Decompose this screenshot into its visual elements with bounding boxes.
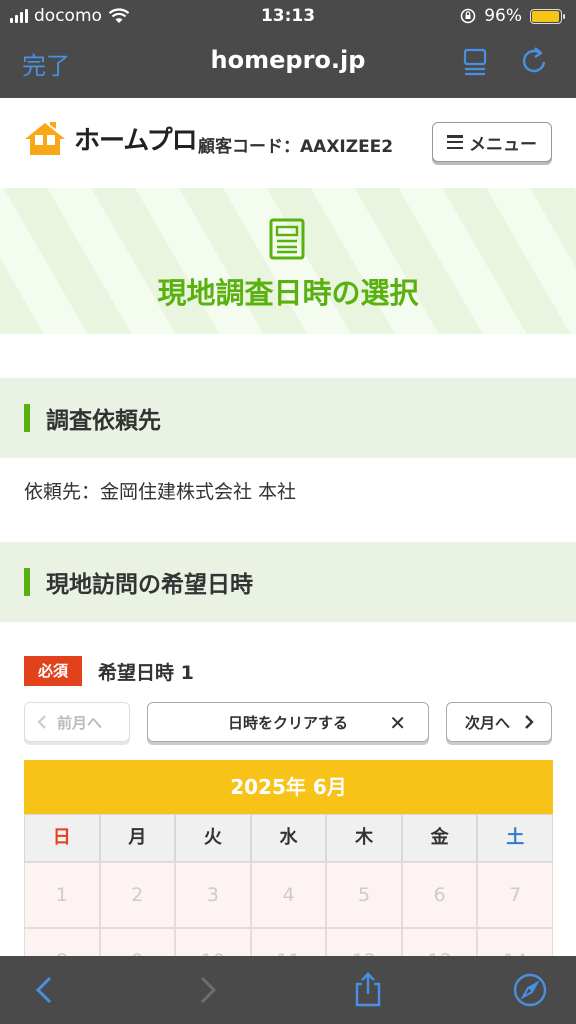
logo-text: ホームプロ [74, 126, 198, 156]
calendar-weekdays: 日 月 火 水 木 金 土 [24, 814, 553, 862]
customer-code: 顧客コード：AAXIZEE2 [198, 137, 394, 157]
page-title: 現地調査日時の選択 [157, 276, 419, 310]
weekday-sat: 土 [477, 814, 553, 862]
logo[interactable]: ホームプロ [22, 120, 198, 157]
orientation-lock-icon [460, 8, 476, 24]
calendar-day[interactable]: 2 [99, 862, 176, 928]
calendar-day[interactable]: 1 [24, 862, 100, 928]
site-header: ホームプロ 顧客コード：AAXIZEE2 メニュー [0, 98, 576, 188]
back-icon[interactable] [26, 972, 62, 1008]
next-month-label: 次月へ [465, 713, 511, 732]
weekday-wed: 水 [250, 814, 327, 862]
menu-button[interactable]: メニュー [432, 122, 552, 162]
weekday-thu: 木 [326, 814, 402, 862]
battery-icon [530, 8, 565, 24]
weekday-tue: 火 [175, 814, 251, 862]
battery-percent: 96% [484, 6, 522, 26]
menu-label: メニュー [469, 134, 537, 155]
section-visit: 現地訪問の希望日時 [0, 542, 576, 622]
section-title-request: 調査依頼先 [46, 408, 161, 434]
calendar-day[interactable]: 7 [477, 862, 553, 928]
chevron-right-icon [525, 715, 534, 729]
prev-month-button[interactable]: 前月へ [24, 702, 130, 742]
weekday-mon: 月 [99, 814, 176, 862]
weekday-sun: 日 [24, 814, 100, 862]
calendar-day[interactable]: 4 [250, 862, 327, 928]
hamburger-icon [447, 135, 463, 149]
browser-toolbar [0, 956, 576, 1024]
clear-datetime-label: 日時をクリアする [227, 713, 348, 732]
compass-icon[interactable] [512, 972, 548, 1008]
calendar-day[interactable]: 5 [326, 862, 402, 928]
share-icon[interactable] [350, 972, 386, 1008]
page-hero: 現地調査日時の選択 [0, 188, 576, 334]
weekday-fri: 金 [401, 814, 478, 862]
clear-datetime-button[interactable]: 日時をクリアする ✕ [147, 702, 429, 742]
next-month-button[interactable]: 次月へ [446, 702, 552, 742]
browser-nav-bar: 完了 homepro.jp [0, 34, 576, 98]
calendar-day[interactable]: 6 [401, 862, 478, 928]
reader-icon[interactable] [460, 44, 492, 78]
document-icon [269, 218, 305, 260]
house-logo-icon [25, 121, 65, 155]
preferred-date-label: 希望日時 1 [98, 662, 194, 684]
status-bar: docomo 13:13 96% [0, 0, 576, 34]
reload-icon[interactable] [518, 44, 550, 78]
prev-month-label: 前月へ [57, 713, 103, 732]
chevron-left-icon [37, 715, 46, 729]
client-text: 依頼先：金岡住建株式会社 本社 [24, 481, 297, 503]
required-badge: 必須 [24, 656, 82, 686]
section-marker [24, 404, 30, 432]
section-marker [24, 568, 30, 596]
forward-icon[interactable] [190, 972, 226, 1008]
section-request: 調査依頼先 [0, 378, 576, 458]
calendar-day[interactable]: 3 [175, 862, 251, 928]
section-title-visit: 現地訪問の希望日時 [46, 572, 253, 598]
close-icon: ✕ [389, 711, 406, 735]
calendar-month: 2025年 6月 [24, 760, 553, 814]
